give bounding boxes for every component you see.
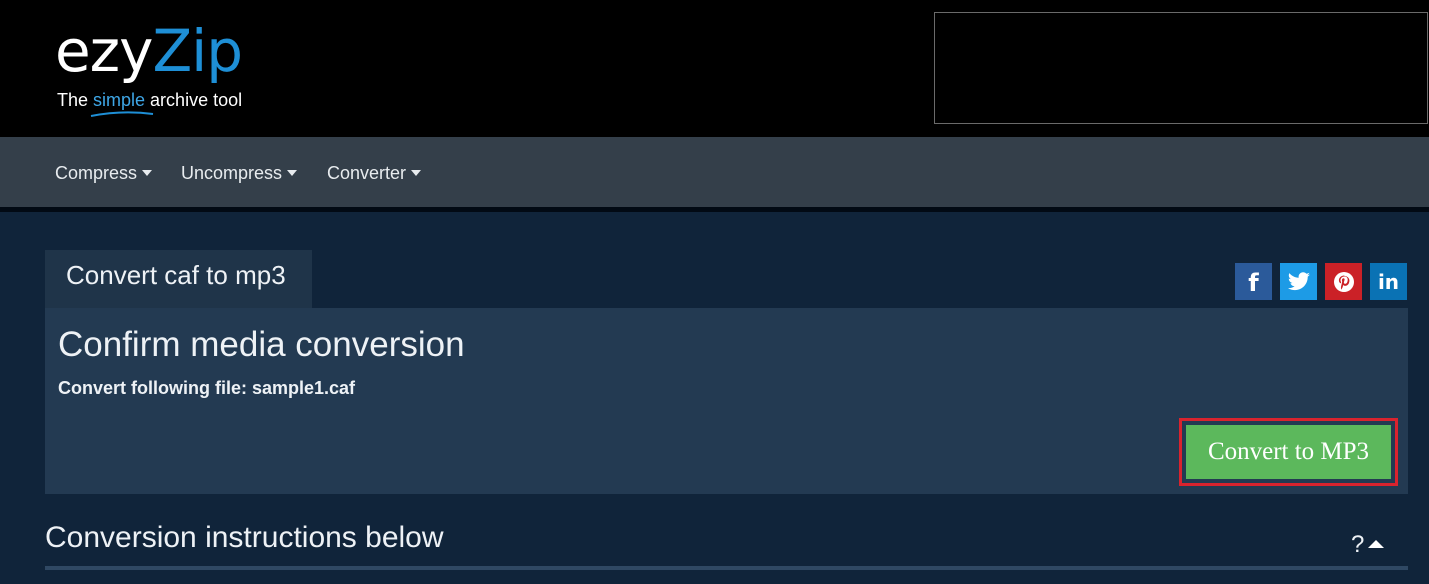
section-divider	[45, 566, 1408, 570]
tab-convert: Convert caf to mp3	[45, 250, 312, 308]
nav-converter-dropdown[interactable]: Converter	[327, 163, 422, 184]
logo-ezy: ezy	[55, 17, 153, 85]
tagline-highlight: simple	[90, 90, 154, 117]
swoosh-underline-icon	[90, 111, 154, 117]
nav-compress-label: Compress	[55, 163, 138, 183]
nav-uncompress-dropdown[interactable]: Uncompress	[181, 163, 298, 184]
logo-tagline: The simple archive tool	[57, 90, 243, 117]
tagline-end: archive tool	[145, 90, 243, 110]
caret-up-icon	[1368, 539, 1385, 548]
caret-down-icon	[287, 169, 298, 176]
ad-banner	[934, 12, 1428, 124]
panel-title: Confirm media conversion	[58, 325, 465, 364]
linkedin-icon: in	[1377, 269, 1400, 294]
instructions-toggle[interactable]: ?	[1351, 531, 1385, 559]
nav-converter-label: Converter	[327, 163, 407, 183]
file-label: Convert following file: sample1.caf	[58, 378, 356, 398]
tagline-start: The	[57, 90, 94, 110]
caret-down-icon	[142, 169, 153, 176]
logo-wordmark: ezyZip	[55, 17, 243, 85]
nav-divider	[0, 207, 1429, 212]
twitter-icon	[1287, 271, 1310, 290]
facebook-icon: f	[1248, 269, 1259, 297]
site-header: ezyZip The simple archive tool	[0, 0, 1429, 137]
nav-uncompress-label: Uncompress	[181, 163, 283, 183]
help-label: ?	[1351, 531, 1365, 558]
convert-to-mp3-button[interactable]: Convert to MP3	[1186, 425, 1391, 479]
facebook-share-button[interactable]: f	[1235, 263, 1272, 300]
logo-zip: Zip	[152, 17, 243, 85]
tab-convert-label: Convert caf to mp3	[66, 260, 286, 290]
caret-down-icon	[411, 169, 422, 176]
button-highlight: Convert to MP3	[1179, 418, 1398, 486]
instructions-heading: Conversion instructions below	[45, 521, 444, 554]
nav-compress-dropdown[interactable]: Compress	[55, 163, 153, 184]
main-nav: Compress Uncompress Converter	[0, 137, 1429, 207]
site-logo[interactable]: ezyZip The simple archive tool	[55, 17, 243, 117]
pinterest-icon	[1333, 271, 1354, 292]
pinterest-share-button[interactable]	[1325, 263, 1362, 300]
twitter-share-button[interactable]	[1280, 263, 1317, 300]
conversion-panel: Confirm media conversion Convert followi…	[45, 308, 1408, 494]
tagline-highlight-text: simple	[93, 90, 146, 110]
linkedin-share-button[interactable]: in	[1370, 263, 1407, 300]
